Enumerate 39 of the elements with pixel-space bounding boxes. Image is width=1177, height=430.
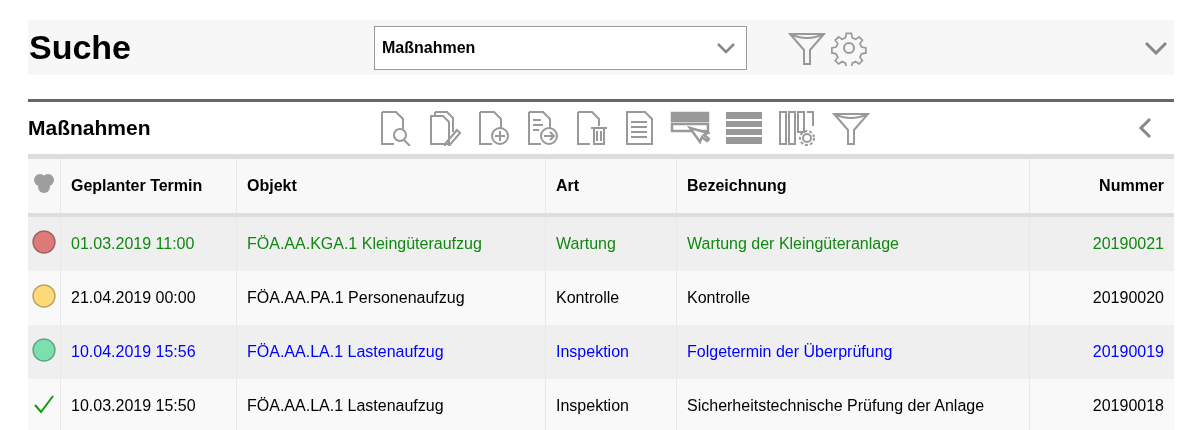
table-cell: Sicherheitstechnische Prüfung der Anlage bbox=[676, 379, 1030, 430]
table-cell: Wartung der Kleingüteranlage bbox=[676, 215, 1030, 271]
page-title: Suche bbox=[28, 28, 133, 67]
table-cell: FÖA.AA.LA.1 Lastenaufzug bbox=[236, 325, 546, 379]
document-add-icon[interactable] bbox=[478, 110, 512, 146]
column-header[interactable]: Nummer bbox=[1029, 156, 1174, 215]
section-title: Maßnahmen bbox=[28, 116, 152, 140]
column-header[interactable]: Geplanter Termin bbox=[60, 156, 237, 215]
table-cell: FÖA.AA.PA.1 Personenaufzug bbox=[236, 271, 546, 325]
table-cell: 01.03.2019 11:00 bbox=[60, 215, 237, 271]
document-icon[interactable] bbox=[625, 110, 655, 146]
category-dropdown[interactable]: Maßnahmen bbox=[374, 25, 747, 70]
table-cell: Kontrolle bbox=[545, 271, 677, 325]
table-cell: 20190018 bbox=[1029, 379, 1174, 430]
table-cell: FÖA.AA.KGA.1 Kleingüteraufzug bbox=[236, 215, 546, 271]
table-cell: 10.03.2019 15:50 bbox=[60, 379, 237, 430]
table-cell: Folgetermin der Überprüfung bbox=[676, 325, 1030, 379]
table-cell: Inspektion bbox=[545, 325, 677, 379]
chevron-down-icon bbox=[716, 41, 736, 54]
document-delete-icon[interactable] bbox=[576, 110, 610, 146]
document-edit-icon[interactable] bbox=[429, 110, 463, 146]
table-cell: FÖA.AA.LA.1 Lastenaufzug bbox=[236, 379, 546, 430]
row-select-icon[interactable] bbox=[670, 110, 710, 146]
column-settings-icon[interactable] bbox=[778, 110, 816, 146]
table-cell: 20190021 bbox=[1029, 215, 1174, 271]
column-header[interactable]: Bezeichnung bbox=[676, 156, 1030, 215]
document-export-icon[interactable] bbox=[527, 110, 561, 146]
table-cell: 10.04.2019 15:56 bbox=[60, 325, 237, 379]
rows-icon[interactable] bbox=[725, 110, 763, 146]
column-header[interactable]: Art bbox=[545, 156, 677, 215]
chevron-down-icon[interactable] bbox=[1144, 40, 1168, 55]
chevron-left-icon[interactable] bbox=[1138, 117, 1152, 139]
table-cell: Wartung bbox=[545, 215, 677, 271]
table-cell: Kontrolle bbox=[676, 271, 1030, 325]
table-cell: 21.04.2019 00:00 bbox=[60, 271, 237, 325]
table-cell: Inspektion bbox=[545, 379, 677, 430]
table-cell: 20190019 bbox=[1029, 325, 1174, 379]
column-header[interactable]: Objekt bbox=[236, 156, 546, 215]
table-cell: 20190020 bbox=[1029, 271, 1174, 325]
